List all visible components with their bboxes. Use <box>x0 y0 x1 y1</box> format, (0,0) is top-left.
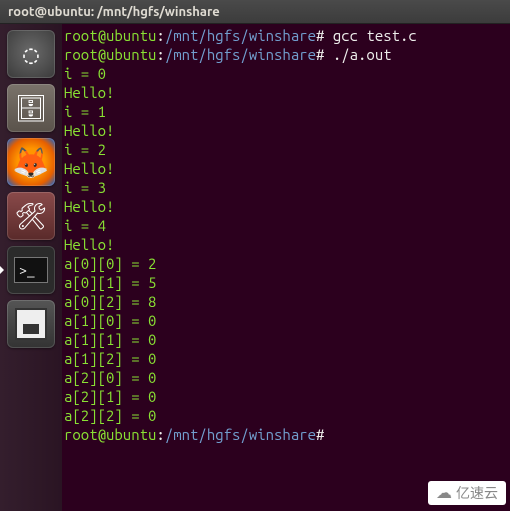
watermark-text: 亿速云 <box>456 483 498 503</box>
prompt-path: /mnt/hgfs/winshare <box>165 46 316 63</box>
unity-launcher: ◌ 🗄 🦊 🛠 >_ <box>0 24 62 511</box>
cmd-run: ./a.out <box>333 46 392 63</box>
save-glyph <box>15 308 47 340</box>
firefox-icon[interactable]: 🦊 <box>7 138 55 186</box>
prompt-userhost: root@ubuntu <box>64 426 156 443</box>
prompt-path: /mnt/hgfs/winshare <box>165 27 316 44</box>
cloud-icon: ☁ <box>436 483 452 503</box>
dash-icon[interactable]: ◌ <box>7 30 55 78</box>
output-line: a[1][1] = 0 <box>64 331 156 348</box>
cmd-gcc: gcc test.c <box>333 27 417 44</box>
settings-icon[interactable]: 🛠 <box>7 192 55 240</box>
terminal-glyph: >_ <box>14 257 48 283</box>
prompt-sep1: : <box>156 46 164 63</box>
files-glyph: 🗄 <box>14 95 47 121</box>
terminal-pane[interactable]: root@ubuntu:/mnt/hgfs/winshare# gcc test… <box>62 24 510 511</box>
output-line: a[0][2] = 8 <box>64 293 156 310</box>
output-line: a[2][0] = 0 <box>64 369 156 386</box>
terminal-icon[interactable]: >_ <box>7 246 55 294</box>
output-line: Hello! <box>64 236 114 253</box>
output-line: a[2][2] = 0 <box>64 407 156 424</box>
firefox-glyph: 🦊 <box>12 147 49 177</box>
workarea: ◌ 🗄 🦊 🛠 >_ root@ubuntu:/mnt/hgfs/winshar… <box>0 24 510 511</box>
prompt-sep2: # <box>316 426 324 443</box>
output-line: i = 1 <box>64 103 106 120</box>
output-line: i = 0 <box>64 65 106 82</box>
output-line: i = 3 <box>64 179 106 196</box>
prompt-sep1: : <box>156 27 164 44</box>
output-line: a[0][0] = 2 <box>64 255 156 272</box>
output-line: a[0][1] = 5 <box>64 274 156 291</box>
output-line: a[1][2] = 0 <box>64 350 156 367</box>
output-line: a[2][1] = 0 <box>64 388 156 405</box>
output-line: i = 4 <box>64 217 106 234</box>
prompt-sep2: # <box>316 46 324 63</box>
prompt-path: /mnt/hgfs/winshare <box>165 426 316 443</box>
watermark: ☁ 亿速云 <box>428 481 506 505</box>
prompt-userhost: root@ubuntu <box>64 46 156 63</box>
output-line: a[1][0] = 0 <box>64 312 156 329</box>
save-icon[interactable] <box>7 300 55 348</box>
output-line: Hello! <box>64 198 114 215</box>
window-title: root@ubuntu: /mnt/hgfs/winshare <box>8 5 220 19</box>
output-line: Hello! <box>64 160 114 177</box>
dash-glyph: ◌ <box>23 41 39 67</box>
prompt-sep2: # <box>316 27 324 44</box>
output-line: i = 2 <box>64 141 106 158</box>
prompt-userhost: root@ubuntu <box>64 27 156 44</box>
files-icon[interactable]: 🗄 <box>7 84 55 132</box>
settings-glyph: 🛠 <box>14 203 47 229</box>
output-line: Hello! <box>64 84 114 101</box>
window-titlebar: root@ubuntu: /mnt/hgfs/winshare <box>0 0 510 24</box>
output-line: Hello! <box>64 122 114 139</box>
prompt-sep1: : <box>156 426 164 443</box>
